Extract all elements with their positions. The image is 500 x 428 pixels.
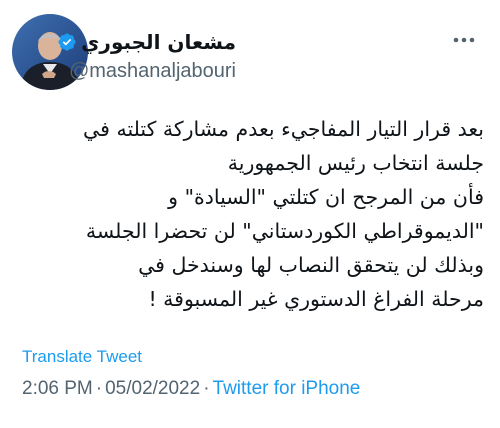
tweet-source-link[interactable]: Twitter for iPhone	[213, 378, 361, 399]
display-name: مشعان الجبوري	[81, 30, 236, 54]
author-info[interactable]: مشعان الجبوري @mashanaljabouri	[57, 30, 236, 84]
verified-badge-icon	[58, 33, 76, 51]
tweet-text-line: بعد قرار التيار المفاجيء بعدم مشاركة كتل…	[83, 117, 484, 141]
separator: ·	[95, 378, 103, 399]
tweet-text-line: وبذلك لن يتحقق النصاب لها وسندخل في	[138, 253, 484, 277]
tweet-text-line: "الديموقراطي الكوردستاني" لن تحضرا الجلس…	[85, 219, 484, 243]
name-row: مشعان الجبوري	[57, 30, 236, 54]
user-handle: @mashanaljabouri	[68, 60, 236, 82]
tweet-date[interactable]: 05/02/2022	[105, 378, 200, 399]
tweet-card: مشعان الجبوري @mashanaljabouri بعد قرار …	[0, 0, 500, 428]
tweet-text-line: مرحلة الفراغ الدستوري غير المسبوقة !	[148, 287, 484, 311]
tweet-time[interactable]: 2:06 PM	[22, 378, 93, 399]
translate-tweet-link[interactable]: Translate Tweet	[22, 347, 142, 367]
more-button[interactable]	[452, 28, 476, 52]
more-icon	[453, 37, 475, 43]
tweet-metadata: 2:06 PM · 05/02/2022 · Twitter for iPhone	[22, 378, 360, 400]
tweet-text: بعد قرار التيار المفاجيء بعدم مشاركة كتل…	[14, 112, 484, 316]
tweet-text-line: فأن من المرجح ان كتلتي "السيادة" و	[168, 185, 484, 209]
tweet-text-line: جلسة انتخاب رئيس الجمهورية	[227, 151, 484, 175]
separator: ·	[203, 378, 210, 399]
